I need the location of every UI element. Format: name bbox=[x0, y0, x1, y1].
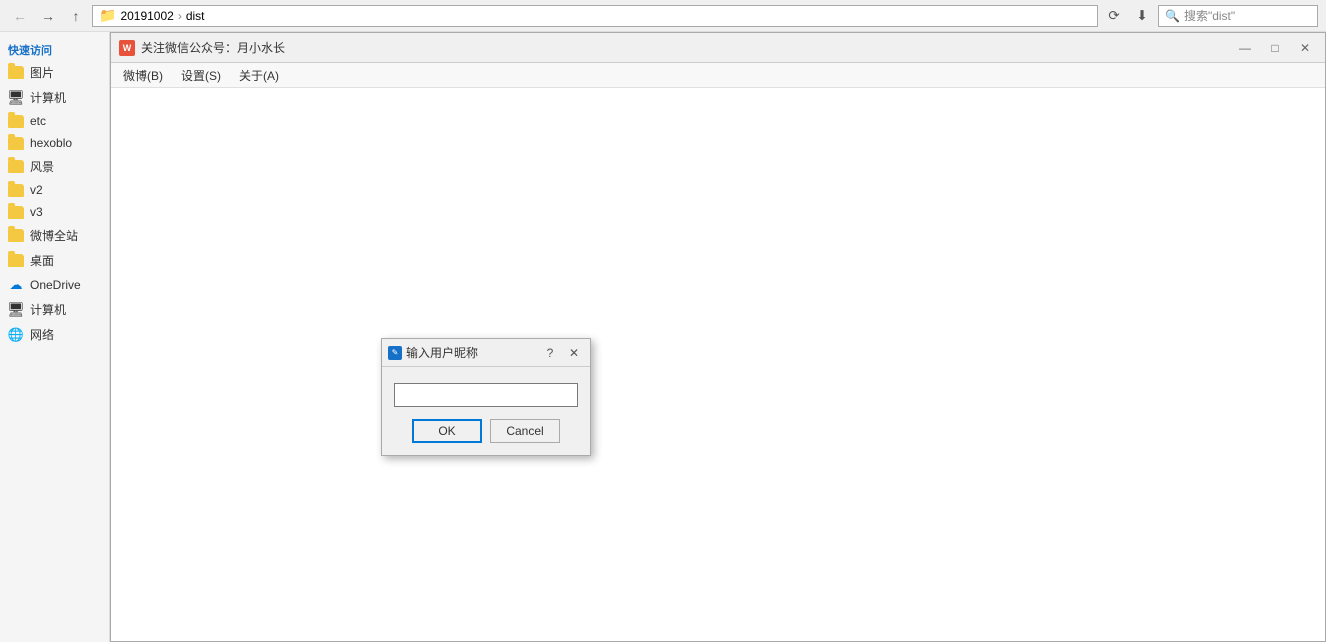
maximize-button[interactable]: □ bbox=[1263, 38, 1287, 58]
folder-icon bbox=[8, 254, 24, 267]
sidebar-item-network[interactable]: 🌐 网络 bbox=[0, 322, 109, 347]
folder-icon-small: 📁 bbox=[99, 7, 116, 24]
refresh-button[interactable]: ⟳ bbox=[1102, 4, 1126, 28]
weibo-app-icon: W bbox=[119, 40, 135, 56]
breadcrumb[interactable]: 📁 20191002 › dist bbox=[92, 5, 1098, 27]
dialog-titlebar: ✎ 输入用户昵称 ? ✕ bbox=[382, 339, 590, 367]
sidebar-item-hexoblo[interactable]: hexoblo bbox=[0, 132, 109, 154]
sidebar-item-computer[interactable]: 🖥 计算机 bbox=[0, 85, 109, 110]
up-button[interactable]: ↑ bbox=[64, 4, 88, 28]
sidebar: 快速访问 图片 🖥 计算机 etc hexoblo 风景 v2 v3 bbox=[0, 32, 110, 642]
breadcrumb-part2: dist bbox=[186, 9, 205, 23]
sidebar-item-label: 计算机 bbox=[30, 89, 66, 106]
sidebar-item-label: 风景 bbox=[30, 158, 54, 175]
dialog-buttons: OK Cancel bbox=[394, 419, 578, 443]
weibo-titlebar: W 关注微信公众号：月小水长 — □ ✕ bbox=[111, 33, 1325, 63]
onedrive-icon: ☁ bbox=[8, 277, 24, 293]
menu-item-weibo[interactable]: 微博(B) bbox=[115, 64, 171, 87]
sidebar-item-label: OneDrive bbox=[30, 278, 81, 292]
weibo-window: W 关注微信公众号：月小水长 — □ ✕ 微博(B) 设置(S) 关于(A) bbox=[110, 32, 1326, 642]
options-button[interactable]: ⬇ bbox=[1130, 4, 1154, 28]
sidebar-item-computer2[interactable]: 🖥 计算机 bbox=[0, 297, 109, 322]
menu-item-settings[interactable]: 设置(S) bbox=[173, 64, 229, 87]
sidebar-item-v3[interactable]: v3 bbox=[0, 201, 109, 223]
sidebar-item-pictures[interactable]: 图片 bbox=[0, 60, 109, 85]
sidebar-item-label: 微博全站 bbox=[30, 227, 78, 244]
sidebar-item-label: 图片 bbox=[30, 64, 54, 81]
sidebar-item-weibo[interactable]: 微博全站 bbox=[0, 223, 109, 248]
folder-icon bbox=[8, 184, 24, 197]
main-container: 快速访问 图片 🖥 计算机 etc hexoblo 风景 v2 v3 bbox=[0, 32, 1326, 642]
minimize-button[interactable]: — bbox=[1233, 38, 1257, 58]
folder-icon bbox=[8, 137, 24, 150]
sidebar-item-etc[interactable]: etc bbox=[0, 110, 109, 132]
dialog-title: 输入用户昵称 bbox=[406, 344, 536, 361]
folder-icon bbox=[8, 160, 24, 173]
search-placeholder: 搜索"dist" bbox=[1184, 7, 1235, 24]
close-button[interactable]: ✕ bbox=[1293, 38, 1317, 58]
sidebar-item-label: 计算机 bbox=[30, 301, 66, 318]
sidebar-item-desktop[interactable]: 桌面 bbox=[0, 248, 109, 273]
sidebar-item-label: 桌面 bbox=[30, 252, 54, 269]
weibo-window-title: 关注微信公众号：月小水长 bbox=[141, 39, 1227, 56]
quick-access-label: 快速访问 bbox=[0, 36, 109, 60]
folder-icon bbox=[8, 229, 24, 242]
folder-icon bbox=[8, 206, 24, 219]
search-icon: 🔍 bbox=[1165, 9, 1180, 23]
sidebar-item-fengjing[interactable]: 风景 bbox=[0, 154, 109, 179]
cancel-button[interactable]: Cancel bbox=[490, 419, 560, 443]
ok-button[interactable]: OK bbox=[412, 419, 482, 443]
sidebar-item-v2[interactable]: v2 bbox=[0, 179, 109, 201]
sidebar-item-label: etc bbox=[30, 114, 46, 128]
sidebar-item-label: 网络 bbox=[30, 326, 54, 343]
content-area: W 关注微信公众号：月小水长 — □ ✕ 微博(B) 设置(S) 关于(A) bbox=[110, 32, 1326, 642]
computer-icon: 🖥 bbox=[8, 90, 24, 106]
breadcrumb-separator: › bbox=[178, 9, 182, 23]
dialog-icon: ✎ bbox=[388, 346, 402, 360]
sidebar-item-label: v2 bbox=[30, 183, 43, 197]
weibo-content: ✎ 输入用户昵称 ? ✕ OK Cancel bbox=[111, 88, 1325, 641]
back-button[interactable]: ← bbox=[8, 4, 32, 28]
folder-icon bbox=[8, 66, 24, 79]
network-icon: 🌐 bbox=[8, 327, 24, 343]
input-dialog: ✎ 输入用户昵称 ? ✕ OK Cancel bbox=[381, 338, 591, 456]
dialog-help-button[interactable]: ? bbox=[540, 344, 560, 362]
sidebar-item-label: hexoblo bbox=[30, 136, 72, 150]
sidebar-item-label: v3 bbox=[30, 205, 43, 219]
search-bar[interactable]: 🔍 搜索"dist" bbox=[1158, 5, 1318, 27]
forward-button[interactable]: → bbox=[36, 4, 60, 28]
folder-icon bbox=[8, 115, 24, 128]
sidebar-item-onedrive[interactable]: ☁ OneDrive bbox=[0, 273, 109, 297]
weibo-menubar: 微博(B) 设置(S) 关于(A) bbox=[111, 63, 1325, 88]
menu-item-about[interactable]: 关于(A) bbox=[231, 64, 287, 87]
dialog-body: OK Cancel bbox=[382, 367, 590, 455]
dialog-close-button[interactable]: ✕ bbox=[564, 344, 584, 362]
computer-icon: 🖥 bbox=[8, 302, 24, 318]
username-input[interactable] bbox=[394, 383, 578, 407]
top-navigation-bar: ← → ↑ 📁 20191002 › dist ⟳ ⬇ 🔍 搜索"dist" bbox=[0, 0, 1326, 32]
breadcrumb-part1: 20191002 bbox=[120, 9, 173, 23]
